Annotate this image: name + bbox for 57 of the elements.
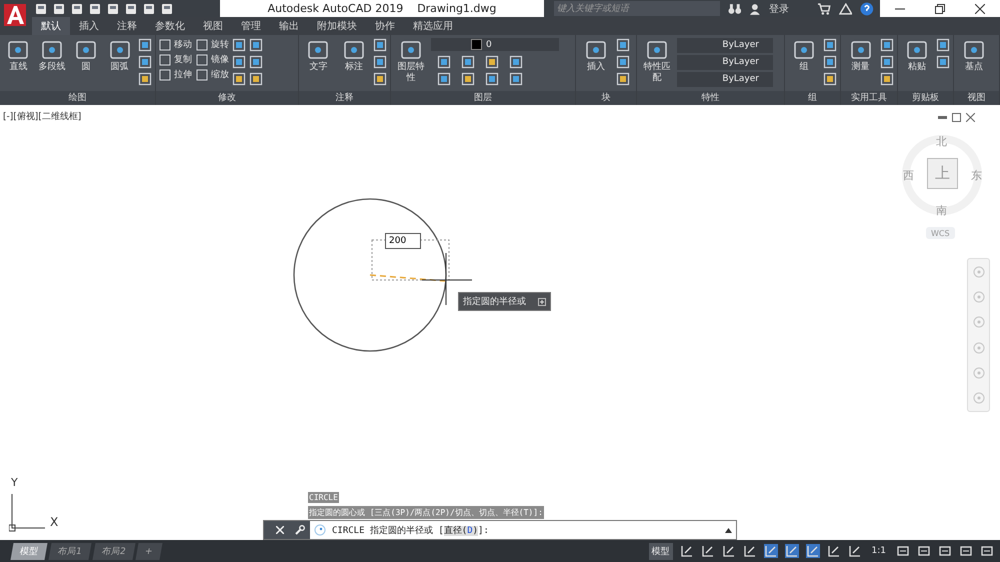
- document-name: Drawing1.dwg: [417, 2, 496, 15]
- ribbon-tab[interactable]: 参数化: [146, 17, 194, 35]
- window-title: Autodesk AutoCAD 2019: [268, 2, 404, 15]
- sign-in-button[interactable]: 登录: [769, 2, 790, 16]
- ribbon-tool-button[interactable]: 图层特性: [394, 38, 428, 84]
- panel-title[interactable]: 图层: [391, 91, 575, 105]
- ribbon-tool-button[interactable]: 旋转: [196, 38, 229, 51]
- panel-title[interactable]: 绘图: [0, 91, 155, 105]
- ribbon-tool-button[interactable]: 圆弧: [104, 38, 135, 73]
- ribbon-tool-button[interactable]: 特性匹配: [640, 38, 674, 84]
- ribbon-tool-button[interactable]: 测量: [844, 38, 877, 73]
- ribbon-tab[interactable]: 输出: [270, 17, 308, 35]
- layout-tab[interactable]: +: [136, 542, 163, 560]
- prompt-tooltip: 指定圆的半径或: [458, 292, 551, 311]
- ribbon-tool-button[interactable]: 组: [788, 38, 820, 73]
- axis-label: X: [50, 515, 58, 529]
- ribbon-tool-button[interactable]: 基点: [957, 38, 991, 73]
- layout-tab[interactable]: 布局1: [48, 542, 92, 560]
- panel-title[interactable]: 实用工具: [841, 91, 897, 105]
- input-field[interactable]: 200: [385, 233, 421, 249]
- ribbon-tab[interactable]: 附加模块: [308, 17, 366, 35]
- property-dropdown[interactable]: ByLayer: [677, 38, 773, 53]
- ribbon-tool-button[interactable]: 圆: [70, 38, 102, 73]
- ribbon-tool-button[interactable]: 复制: [159, 53, 192, 66]
- panel-title[interactable]: 视图: [954, 91, 999, 105]
- property-dropdown[interactable]: ByLayer: [677, 72, 773, 87]
- panel-title[interactable]: 特性: [637, 91, 784, 105]
- panel-title[interactable]: 注释: [299, 91, 390, 105]
- ribbon-tab[interactable]: 注释: [108, 17, 146, 35]
- ribbon-tool-button[interactable]: 多段线: [36, 38, 68, 73]
- property-dropdown[interactable]: ByLayer: [677, 55, 773, 70]
- ribbon-tab[interactable]: 视图: [194, 17, 232, 35]
- ribbon-tab[interactable]: 插入: [70, 17, 108, 35]
- ribbon-tab[interactable]: 精选应用: [404, 17, 462, 35]
- panel-title[interactable]: 组: [785, 91, 840, 105]
- viewport-label[interactable]: [-][俯视][二维线框]: [3, 110, 82, 123]
- panel-title[interactable]: 块: [576, 91, 636, 105]
- panel-title[interactable]: 剪贴板: [898, 91, 953, 105]
- ribbon-tab[interactable]: 管理: [232, 17, 270, 35]
- annotation-scale-button[interactable]: 1:1: [868, 544, 889, 558]
- ribbon-tool-button[interactable]: 粘贴: [901, 38, 933, 73]
- ribbon-tool-button[interactable]: 直线: [3, 38, 34, 73]
- ribbon-tool-button[interactable]: 文字: [302, 38, 334, 73]
- ribbon-tool-button[interactable]: 镜像: [196, 53, 229, 66]
- ribbon-tool-button[interactable]: 移动: [159, 38, 192, 51]
- ribbon-tool-button[interactable]: 缩放: [196, 68, 229, 81]
- ribbon-tab[interactable]: 协作: [366, 17, 404, 35]
- ribbon-tab[interactable]: 默认: [32, 17, 70, 35]
- search-field[interactable]: 键入关键字或短语: [554, 1, 720, 16]
- ribbon-tool-button[interactable]: 插入: [579, 38, 613, 73]
- axis-label: Y: [11, 476, 18, 489]
- ribbon-tool-button[interactable]: 拉伸: [159, 68, 192, 81]
- panel-title[interactable]: 修改: [156, 91, 298, 105]
- model-space-button[interactable]: 模型: [648, 542, 673, 560]
- ribbon-tool-button[interactable]: 标注: [338, 38, 370, 73]
- layer-dropdown[interactable]: 0: [431, 38, 559, 51]
- layout-tab[interactable]: 布局2: [92, 542, 135, 560]
